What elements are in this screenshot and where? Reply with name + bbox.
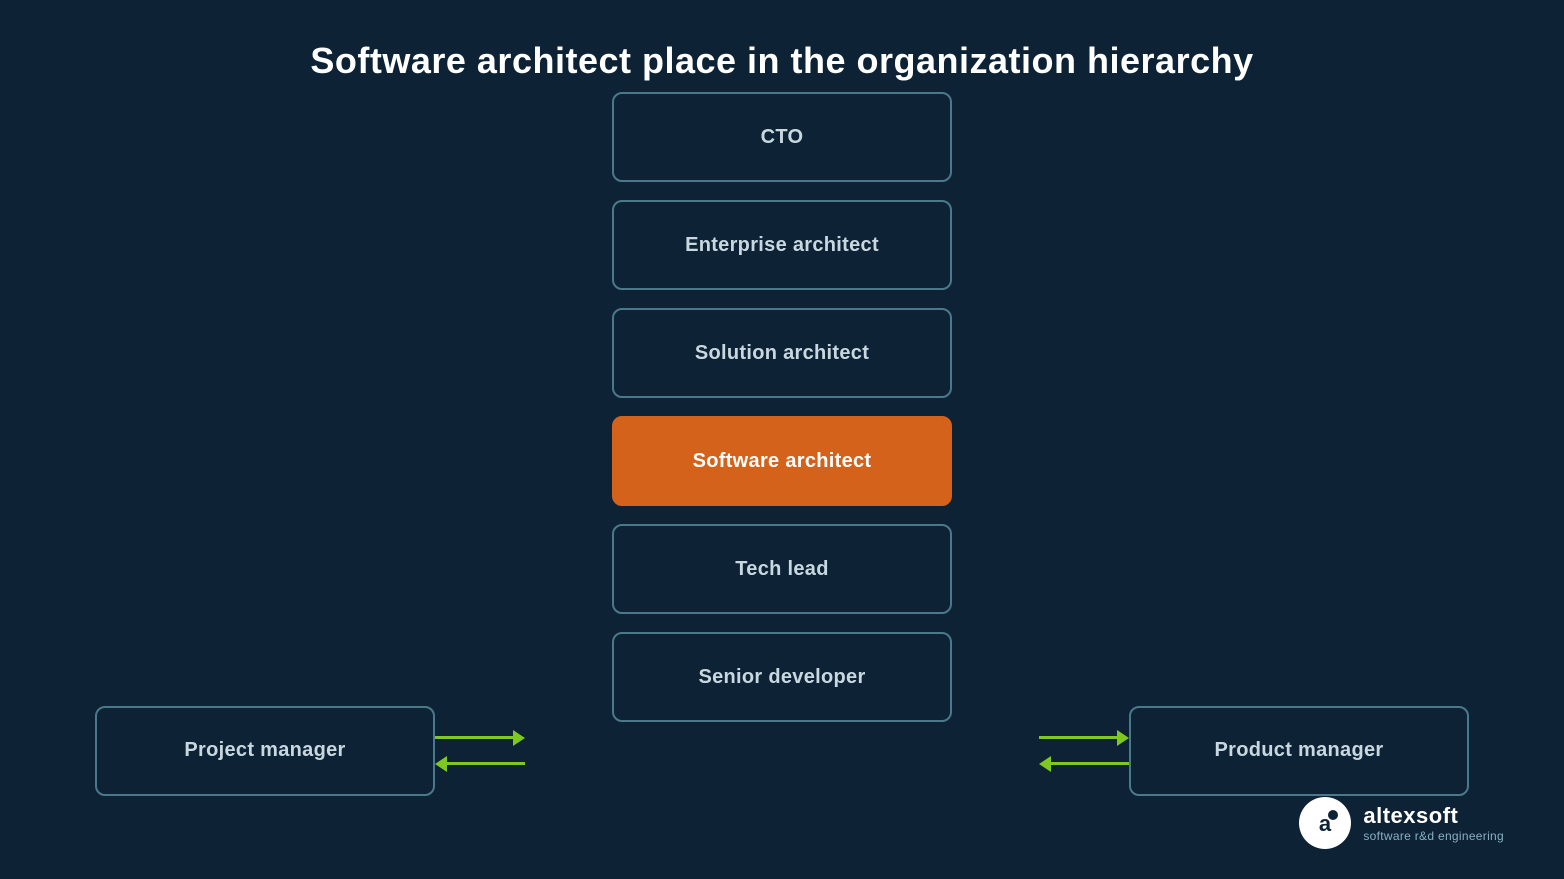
left-arrows: [435, 730, 525, 772]
arrow-head-right-2: [1117, 730, 1129, 746]
software-architect-label: Software architect: [693, 450, 872, 473]
arrow-line-4: [1051, 762, 1129, 765]
page-title: Software architect place in the organiza…: [310, 40, 1253, 82]
arrow-line-3: [1039, 736, 1117, 739]
box-tech-lead: Tech lead: [612, 524, 952, 614]
box-product-manager: Product manager: [1129, 706, 1469, 796]
product-manager-label: Product manager: [1215, 739, 1384, 762]
logo-svg: a: [1307, 805, 1343, 841]
box-cto: CTO: [612, 92, 952, 182]
logo-text-block: altexsoft software r&d engineering: [1363, 803, 1504, 843]
box-senior-developer: Senior developer: [612, 632, 952, 722]
enterprise-architect-label: Enterprise architect: [685, 234, 879, 257]
box-enterprise-architect: Enterprise architect: [612, 200, 952, 290]
arrow-head-left-2: [1039, 756, 1051, 772]
arrow-sa-to-pm: [435, 756, 525, 772]
cto-label: CTO: [761, 126, 804, 149]
arrow-head-right: [513, 730, 525, 746]
arrow-sa-to-prod: [1039, 730, 1129, 746]
logo-area: a altexsoft software r&d engineering: [1299, 797, 1504, 849]
logo-name: altexsoft: [1363, 803, 1504, 829]
arrow-pm-to-sa: [435, 730, 525, 746]
project-manager-label: Project manager: [184, 739, 345, 762]
logo-subtitle: software r&d engineering: [1363, 829, 1504, 843]
box-solution-architect: Solution architect: [612, 308, 952, 398]
altexsoft-icon: a: [1299, 797, 1351, 849]
solution-architect-label: Solution architect: [695, 342, 869, 365]
diagram-area: CTO Enterprise architect Solution archit…: [0, 82, 1564, 879]
box-project-manager: Project manager: [95, 706, 435, 796]
center-column: CTO Enterprise architect Solution archit…: [612, 92, 952, 722]
senior-developer-label: Senior developer: [698, 666, 865, 689]
arrow-head-left: [435, 756, 447, 772]
arrow-line-2: [447, 762, 525, 765]
arrow-line: [435, 736, 513, 739]
right-arrows: [1039, 730, 1129, 772]
tech-lead-label: Tech lead: [735, 558, 828, 581]
box-software-architect: Software architect: [612, 416, 952, 506]
arrow-prod-to-sa: [1039, 756, 1129, 772]
